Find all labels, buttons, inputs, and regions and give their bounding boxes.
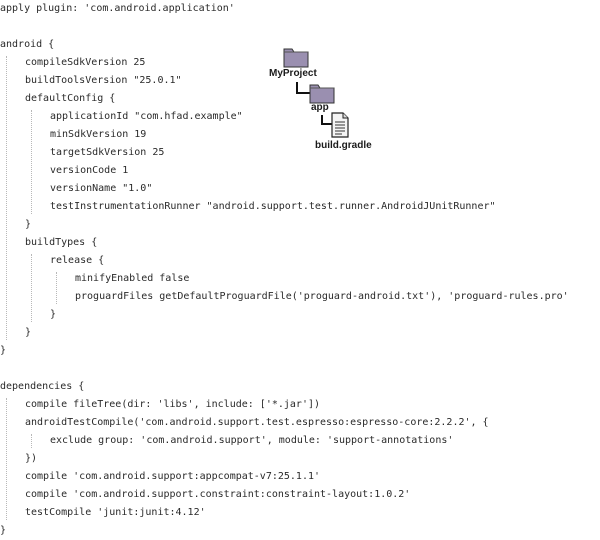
- code-line: }: [50, 309, 57, 320]
- tree-connector: [296, 92, 310, 94]
- code-line: }: [0, 525, 7, 536]
- indent-guide: [31, 110, 32, 214]
- code-line: minSdkVersion 19: [50, 129, 147, 140]
- indent-guide: [31, 434, 32, 448]
- code-line: compile 'com.android.support:appcompat-v…: [25, 471, 321, 482]
- folder-icon: [309, 84, 335, 104]
- code-line: targetSdkVersion 25: [50, 147, 165, 158]
- code-line: buildTypes {: [25, 237, 98, 248]
- code-line: }: [25, 327, 32, 338]
- code-line: android {: [0, 39, 55, 50]
- code-line: compile 'com.android.support.constraint:…: [25, 489, 411, 500]
- code-line: applicationId "com.hfad.example": [50, 111, 243, 122]
- code-line: }): [25, 453, 38, 464]
- code-line: androidTestCompile('com.android.support.…: [25, 417, 489, 428]
- file-icon: [331, 112, 349, 138]
- code-line: minifyEnabled false: [75, 273, 190, 284]
- indent-guide: [6, 56, 7, 340]
- indent-guide: [6, 398, 7, 520]
- code-line: release {: [50, 255, 105, 266]
- code-line: compile fileTree(dir: 'libs', include: […: [25, 399, 321, 410]
- folder-icon: [283, 48, 309, 68]
- code-line: compileSdkVersion 25: [25, 57, 146, 68]
- code-line: apply plugin: 'com.android.application': [0, 3, 235, 14]
- code-line: dependencies {: [0, 381, 85, 392]
- file-label: build.gradle: [315, 140, 372, 151]
- code-line: defaultConfig {: [25, 93, 116, 104]
- indent-guide: [56, 272, 57, 304]
- indent-guide: [31, 254, 32, 322]
- project-folder-label: MyProject: [269, 68, 317, 79]
- module-folder-label: app: [311, 102, 329, 113]
- code-line: }: [25, 219, 32, 230]
- file-tree: MyProject app build.gradle: [265, 40, 385, 160]
- code-line: exclude group: 'com.android.support', mo…: [50, 435, 454, 446]
- code-line: versionCode 1: [50, 165, 129, 176]
- code-line: proguardFiles getDefaultProguardFile('pr…: [75, 291, 569, 302]
- code-line: versionName "1.0": [50, 183, 153, 194]
- code-line: }: [0, 345, 7, 356]
- code-line: buildToolsVersion "25.0.1": [25, 75, 182, 86]
- code-line: testCompile 'junit:junit:4.12': [25, 507, 206, 518]
- code-line: testInstrumentationRunner "android.suppo…: [50, 201, 496, 212]
